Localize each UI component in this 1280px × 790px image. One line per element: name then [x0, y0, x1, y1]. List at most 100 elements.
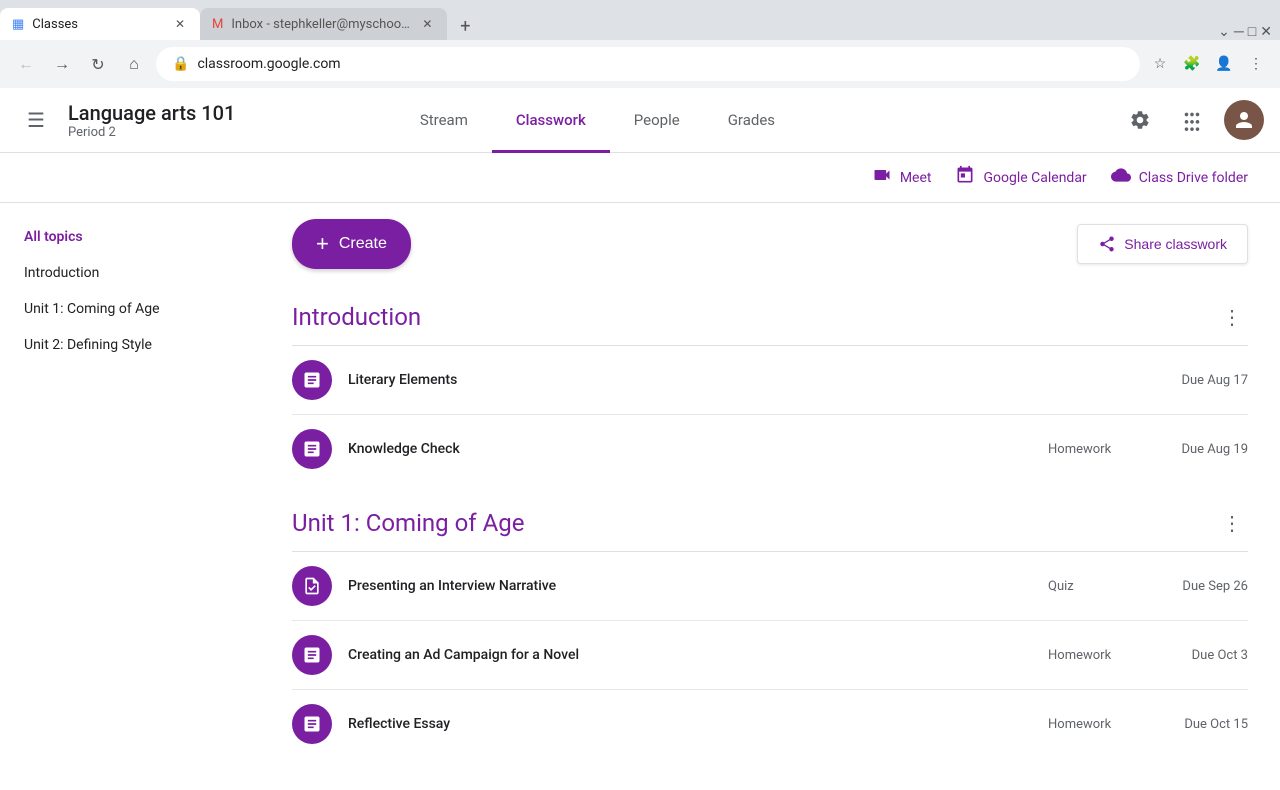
assignment-name-reflective-essay[interactable]: Reflective Essay — [348, 716, 1048, 732]
plus-icon: + — [316, 231, 329, 257]
assignment-knowledge-check: Knowledge Check Homework Due Aug 19 — [292, 415, 1248, 483]
assignment-icon-reflective-essay — [292, 704, 332, 744]
topic-introduction-menu[interactable]: ⋮ — [1216, 301, 1248, 333]
topic-unit1-title: Unit 1: Coming of Age — [292, 509, 524, 537]
minimize-icon[interactable]: ─ — [1234, 23, 1244, 40]
action-row: + Create Share classwork — [292, 219, 1248, 269]
back-button[interactable]: ← — [12, 50, 40, 78]
app: ☰ Language arts 101 Period 2 Stream Clas… — [0, 88, 1280, 790]
assignment-due-interview: Due Sep 26 — [1148, 579, 1248, 594]
lock-icon: 🔒 — [172, 56, 189, 72]
quick-links-bar: Meet Google Calendar Class Drive folder — [0, 153, 1280, 203]
tab-grades[interactable]: Grades — [704, 89, 799, 153]
content-area: All topics Introduction Unit 1: Coming o… — [0, 203, 1280, 790]
tab-overflow-icon[interactable]: ⌄ — [1218, 24, 1230, 40]
assignment-due-ad-campaign: Due Oct 3 — [1148, 648, 1248, 663]
assignment-ad-campaign: Creating an Ad Campaign for a Novel Home… — [292, 621, 1248, 690]
assignment-reflective-essay: Reflective Essay Homework Due Oct 15 — [292, 690, 1248, 758]
avatar[interactable] — [1224, 100, 1264, 140]
assignment-name-knowledge-check[interactable]: Knowledge Check — [348, 441, 1048, 457]
topic-unit1-menu[interactable]: ⋮ — [1216, 507, 1248, 539]
assignment-type-reflective-essay: Homework — [1048, 717, 1148, 732]
assignment-due-literary-elements: Due Aug 17 — [1148, 373, 1248, 388]
assignment-literary-elements: Literary Elements Due Aug 17 — [292, 346, 1248, 415]
maximize-icon[interactable]: □ — [1248, 23, 1256, 40]
create-button[interactable]: + Create — [292, 219, 411, 269]
browser-toolbar: ← → ↻ ⌂ 🔒 classroom.google.com ☆ 🧩 👤 ⋮ — [0, 40, 1280, 88]
meet-icon — [872, 165, 892, 190]
home-button[interactable]: ⌂ — [120, 50, 148, 78]
apps-grid-icon[interactable] — [1172, 100, 1212, 140]
toolbar-actions: ☆ 🧩 👤 ⋮ — [1148, 52, 1268, 76]
topic-introduction: Introduction ⋮ Literary Elements Due Aug… — [292, 293, 1248, 483]
meet-link[interactable]: Meet — [872, 165, 932, 190]
browser-chrome: ▦ Classes ✕ M Inbox - stephkeller@myscho… — [0, 0, 1280, 88]
class-name: Language arts 101 — [68, 101, 235, 125]
app-header: ☰ Language arts 101 Period 2 Stream Clas… — [0, 88, 1280, 153]
drive-icon — [1111, 165, 1131, 190]
bookmark-icon[interactable]: ☆ — [1148, 52, 1172, 76]
calendar-icon — [955, 165, 975, 190]
assignment-name-literary-elements[interactable]: Literary Elements — [348, 372, 1048, 388]
sidebar-item-all-topics[interactable]: All topics — [0, 219, 252, 255]
sidebar-item-unit1[interactable]: Unit 1: Coming of Age — [0, 291, 252, 327]
address-text: classroom.google.com — [197, 56, 340, 72]
assignment-type-ad-campaign: Homework — [1048, 648, 1148, 663]
period-label: Period 2 — [68, 125, 235, 140]
assignment-icon-knowledge-check — [292, 429, 332, 469]
topic-unit1-header: Unit 1: Coming of Age ⋮ — [292, 499, 1248, 552]
profile-icon[interactable]: 👤 — [1212, 52, 1236, 76]
tab-gmail-close[interactable]: ✕ — [419, 16, 435, 32]
address-bar[interactable]: 🔒 classroom.google.com — [156, 47, 1140, 81]
tab-classwork[interactable]: Classwork — [492, 89, 610, 153]
tab-gmail[interactable]: M Inbox - stephkeller@myschool.edu ✕ — [200, 8, 447, 40]
sidebar-item-unit2[interactable]: Unit 2: Defining Style — [0, 327, 252, 363]
tab-overflow-controls: ⌄ ─ □ ✕ — [1218, 23, 1272, 40]
header-actions — [1120, 100, 1264, 140]
assignment-due-reflective-essay: Due Oct 15 — [1148, 717, 1248, 732]
assignment-type-interview: Quiz — [1048, 579, 1148, 594]
topic-unit1: Unit 1: Coming of Age ⋮ Presenting an In… — [292, 499, 1248, 758]
more-icon[interactable]: ⋮ — [1244, 52, 1268, 76]
main-content: + Create Share classwork Introduction ⋮ — [260, 203, 1280, 790]
create-label: Create — [339, 235, 387, 253]
assignment-due-knowledge-check: Due Aug 19 — [1148, 442, 1248, 457]
calendar-link[interactable]: Google Calendar — [955, 165, 1086, 190]
forward-button[interactable]: → — [48, 50, 76, 78]
nav-tabs: Stream Classwork People Grades — [396, 88, 799, 152]
topic-introduction-header: Introduction ⋮ — [292, 293, 1248, 346]
extension-icon[interactable]: 🧩 — [1180, 52, 1204, 76]
calendar-label: Google Calendar — [983, 170, 1086, 186]
assignment-name-interview[interactable]: Presenting an Interview Narrative — [348, 578, 1048, 594]
tab-classes-close[interactable]: ✕ — [172, 16, 188, 32]
assignment-icon-ad-campaign — [292, 635, 332, 675]
sidebar: All topics Introduction Unit 1: Coming o… — [0, 203, 260, 790]
hamburger-menu-icon[interactable]: ☰ — [16, 100, 56, 140]
tab-bar: ▦ Classes ✕ M Inbox - stephkeller@myscho… — [0, 0, 1280, 40]
tab-classes[interactable]: ▦ Classes ✕ — [0, 8, 200, 40]
tab-people[interactable]: People — [610, 89, 704, 153]
sidebar-item-introduction[interactable]: Introduction — [0, 255, 252, 291]
assignment-type-knowledge-check: Homework — [1048, 442, 1148, 457]
share-label: Share classwork — [1124, 236, 1227, 252]
new-tab-button[interactable]: + — [451, 12, 479, 40]
gmail-favicon: M — [212, 17, 223, 32]
settings-icon[interactable] — [1120, 100, 1160, 140]
tab-gmail-label: Inbox - stephkeller@myschool.edu — [231, 17, 411, 32]
assignment-interview-narrative: Presenting an Interview Narrative Quiz D… — [292, 552, 1248, 621]
assignment-name-ad-campaign[interactable]: Creating an Ad Campaign for a Novel — [348, 647, 1048, 663]
share-classwork-button[interactable]: Share classwork — [1077, 224, 1248, 264]
tab-classes-label: Classes — [32, 17, 78, 32]
refresh-button[interactable]: ↻ — [84, 50, 112, 78]
close-window-icon[interactable]: ✕ — [1260, 24, 1272, 40]
topic-introduction-title: Introduction — [292, 303, 421, 331]
share-icon — [1098, 235, 1116, 253]
meet-label: Meet — [900, 170, 932, 186]
classes-favicon: ▦ — [12, 17, 24, 32]
drive-link[interactable]: Class Drive folder — [1111, 165, 1248, 190]
assignment-icon-literary-elements — [292, 360, 332, 400]
drive-label: Class Drive folder — [1139, 170, 1248, 186]
assignment-icon-interview — [292, 566, 332, 606]
tab-stream[interactable]: Stream — [396, 89, 492, 153]
app-title: Language arts 101 Period 2 — [68, 101, 235, 140]
